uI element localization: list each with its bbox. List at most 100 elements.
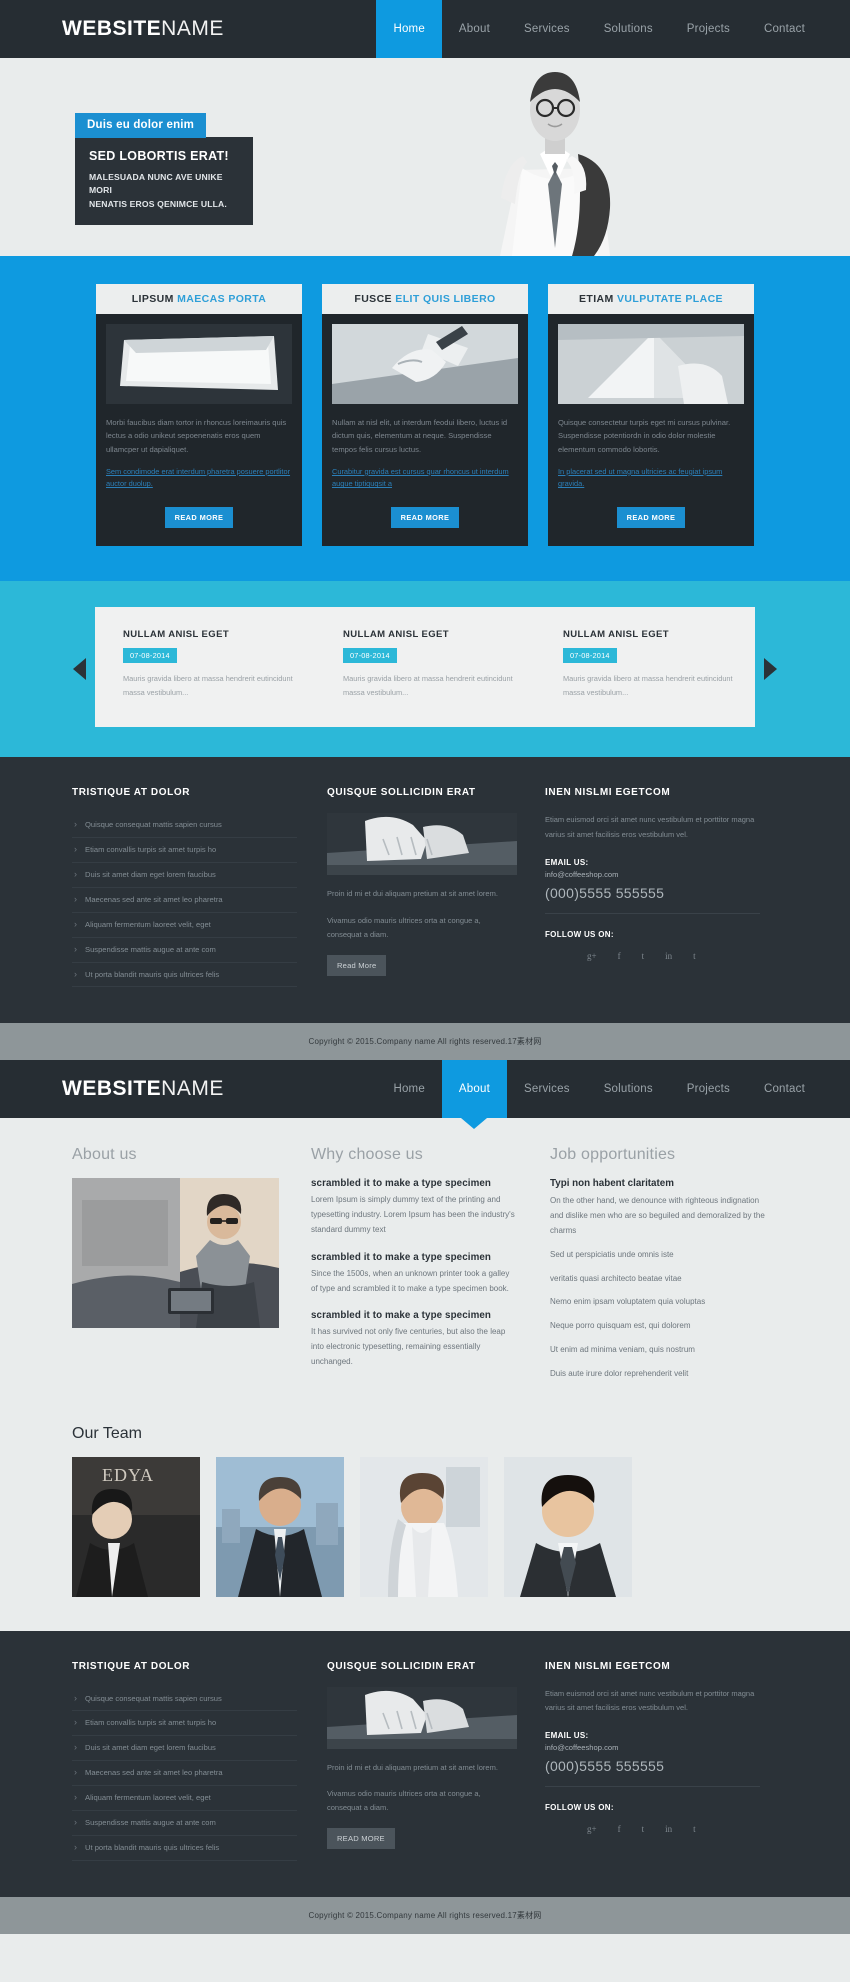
service-title-accent: ELIT QUIS LIBERO [395,293,496,305]
about-section: About us Why choose us scrambled it to m… [0,1118,850,1425]
team-member-photo[interactable] [360,1456,488,1597]
nav-item-solutions[interactable]: Solutions [587,0,670,58]
footer-readmore-button[interactable]: READ MORE [327,1828,395,1850]
nav-item-home[interactable]: Home [376,1060,441,1118]
nav-item-home[interactable]: Home [376,0,442,58]
nav-item-services[interactable]: Services [507,0,587,58]
job-paragraph: veritatis quasi architecto beatae vitae [550,1273,682,1283]
googleplus-icon[interactable]: g+ [587,951,597,961]
news-excerpt: Mauris gravida libero at massa hendrerit… [342,674,513,697]
site-logo-about[interactable]: WEBSITE NAME [62,1060,224,1118]
job-paragraph: Ut enim ad minima veniam, quis nostrum [550,1344,695,1354]
tumblr-icon[interactable]: t [693,1824,696,1834]
nav-item-services[interactable]: Services [507,1060,587,1118]
nav-item-projects[interactable]: Projects [670,0,747,58]
footer-link-item[interactable]: Quisque consequat mattis sapien cursus [72,813,297,839]
footer-link-item[interactable]: Ut porta blandit mauris quis ultrices fe… [72,963,297,988]
footer-links-column: TRISTIQUE AT DOLOR Quisque consequat mat… [72,787,297,988]
footer-link-item[interactable]: Etiam convallis turpis sit amet turpis h… [72,1711,297,1737]
why-block: scrambled it to make a type specimen Sin… [311,1252,518,1297]
footer-email-label: EMAIL US: [545,1731,589,1741]
footer-link-item[interactable]: Etiam convallis turpis sit amet turpis h… [72,838,297,864]
facebook-icon[interactable]: f [618,1824,621,1834]
footer-email-value[interactable]: info@coffeeshop.com [545,870,760,879]
footer-link-item[interactable]: Quisque consequat mattis sapien cursus [72,1687,297,1712]
service-card-header: LIPSUM MAECAS PORTA [96,284,302,314]
service-more-link[interactable]: In placerat sed ut magna ultricies ac fe… [558,466,744,491]
footer-follow-label: FOLLOW US ON: [545,929,614,939]
service-title-accent: MAECAS PORTA [177,293,267,305]
footer-feature-column: QUISQUE SOLLICIDIN ERAT Proin id mi et d… [327,787,517,987]
footer-link-item[interactable]: Duis sit amet diam eget lorem faucibus [72,863,297,888]
footer-link-list: Quisque consequat mattis sapien cursus E… [72,813,297,988]
team-member-photo[interactable]: EDYA [72,1456,200,1597]
footer-col1-title: TRISTIQUE AT DOLOR [72,787,191,799]
footer-link-item[interactable]: Aliquam fermentum laoreet velit, eget [72,913,297,938]
twitter-icon[interactable]: t [642,1824,645,1834]
footer-feature-column: QUISQUE SOLLICIDIN ERAT Proin id mi et d… [327,1661,517,1861]
service-image-writing-hand [332,324,518,404]
linkedin-icon[interactable]: in [665,951,672,961]
news-item[interactable]: NULLAM ANISL EGET 07-08-2014 Mauris grav… [535,629,755,699]
footer-link-item[interactable]: Ut porta blandit mauris quis ultrices fe… [72,1836,297,1861]
news-item[interactable]: NULLAM ANISL EGET 07-08-2014 Mauris grav… [95,629,315,699]
service-card-header: FUSCE ELIT QUIS LIBERO [322,284,528,314]
team-member-photo[interactable] [504,1456,632,1597]
service-card-header: ETIAM VULPUTATE PLACE [548,284,754,314]
copyright-bar-about: Copyright © 2015.Company name All rights… [0,1896,850,1934]
news-title: NULLAM ANISL EGET [562,629,669,640]
footer-link-list: Quisque consequat mattis sapien cursus E… [72,1687,297,1861]
service-readmore-button[interactable]: READ MORE [164,507,234,528]
service-more-link[interactable]: Curabitur gravida est cursus quar rhoncu… [332,466,518,491]
footer-link-item[interactable]: Suspendisse mattis augue at ante com [72,938,297,963]
footer-email-label: EMAIL US: [545,857,589,867]
logo-light: NAME [161,17,224,40]
footer-follow-label: FOLLOW US ON: [545,1803,614,1813]
footer-link-item[interactable]: Duis sit amet diam eget lorem faucibus [72,1736,297,1762]
footer-link-item[interactable]: Suspendisse mattis augue at ante com [72,1811,297,1836]
why-block-text: It has survived not only five centuries,… [311,1327,506,1366]
why-block-text: Lorem Ipsum is simply dummy text of the … [311,1195,515,1234]
footer-link-item[interactable]: Maecenas sed ante sit amet leo pharetra [72,888,297,913]
service-readmore-button[interactable]: READ MORE [616,507,686,528]
news-excerpt: Mauris gravida libero at massa hendrerit… [562,674,733,697]
service-card: FUSCE ELIT QUIS LIBERO Nullam at nisl el… [322,284,528,546]
hero-tag: Duis eu dolor enim [75,113,207,138]
news-item[interactable]: NULLAM ANISL EGET 07-08-2014 Mauris grav… [315,629,535,699]
nav-item-contact[interactable]: Contact [747,0,822,58]
nav-item-about[interactable]: About [442,0,507,58]
nav-item-about[interactable]: About [441,1060,507,1119]
facebook-icon[interactable]: f [618,951,621,961]
footer-email-value[interactable]: info@coffeeshop.com [545,1743,760,1752]
footer-readmore-button[interactable]: Read More [327,955,387,977]
slider-prev-arrow-icon[interactable] [73,658,86,681]
team-member-photo[interactable] [216,1456,344,1597]
nav-item-solutions[interactable]: Solutions [587,1060,670,1118]
site-logo[interactable]: WEBSITE NAME [62,0,224,58]
linkedin-icon[interactable]: in [665,1824,672,1834]
why-choose-us-column: Why choose us scrambled it to make a typ… [311,1146,518,1390]
service-card-body: Nullam at nisl elit, ut interdum feodui … [322,314,528,546]
slider-next-arrow-icon[interactable] [764,658,777,681]
svg-text:EDYA: EDYA [102,1465,154,1485]
nav-item-contact[interactable]: Contact [747,1060,822,1118]
job-paragraph: Nemo enim ipsam voluptatem quia voluptas [550,1297,706,1307]
logo-bold: WEBSITE [62,17,162,40]
footer-link-item[interactable]: Aliquam fermentum laoreet velit, eget [72,1786,297,1811]
footer-col3-title: INEN NISLMI EGETCOM [545,1660,671,1672]
service-more-link[interactable]: Sem condimode erat interdum pharetra pos… [106,466,292,491]
googleplus-icon[interactable]: g+ [587,1824,597,1834]
main-nav-about: Home About Services Solutions Projects C… [376,1060,850,1119]
service-description: Nullam at nisl elit, ut interdum feodui … [332,418,508,454]
hero-subtext: MALESUADA NUNC AVE UNIKE MORI NENATIS ER… [89,171,239,211]
footer-contact-column: INEN NISLMI EGETCOM Etiam euismod orci s… [545,1661,760,1861]
nav-item-projects[interactable]: Projects [670,1060,747,1118]
service-readmore-button[interactable]: READ MORE [390,507,460,528]
twitter-icon[interactable]: t [642,951,645,961]
our-team-title: Our Team [72,1424,142,1442]
tumblr-icon[interactable]: t [693,951,696,961]
hero-subtext-line2: NENATIS EROS QENIMCE ULLA. [89,198,227,209]
site-footer-about: TRISTIQUE AT DOLOR Quisque consequat mat… [0,1630,850,1897]
job-heading: Typi non habent claritatem [550,1178,674,1190]
footer-link-item[interactable]: Maecenas sed ante sit amet leo pharetra [72,1761,297,1786]
